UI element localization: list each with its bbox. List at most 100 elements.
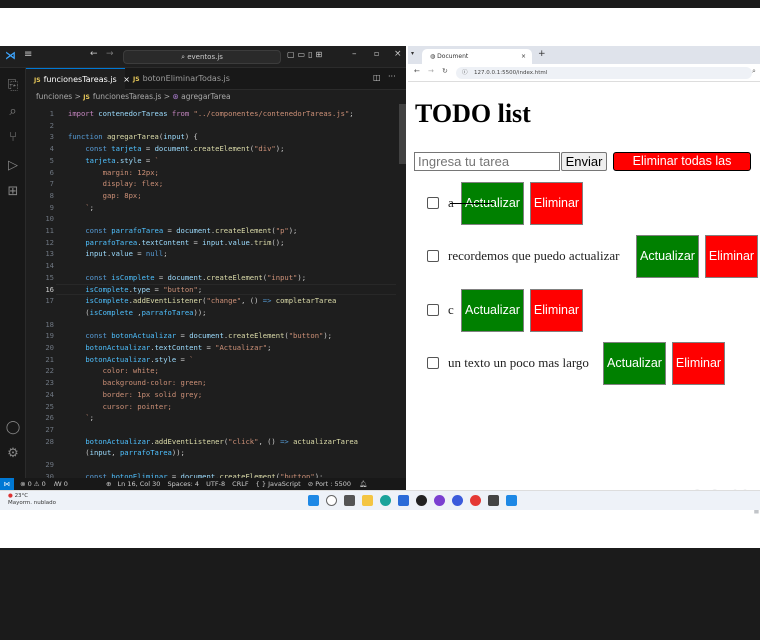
layout-icons[interactable]: ▢▭▯⊞: [287, 50, 325, 59]
reload-icon[interactable]: ↻: [442, 67, 448, 75]
cursor-position[interactable]: Ln 16, Col 30: [118, 480, 161, 488]
delete-button[interactable]: Eliminar: [705, 235, 758, 278]
tab-botonEliminarTodas[interactable]: JS botonEliminarTodas.js: [125, 68, 245, 90]
delete-button[interactable]: Eliminar: [672, 342, 725, 385]
new-tab-icon[interactable]: +: [538, 49, 546, 59]
task-checkbox[interactable]: [427, 304, 439, 316]
indent-status[interactable]: Spaces: 4: [167, 480, 199, 488]
account-icon[interactable]: ◯: [5, 420, 21, 436]
more-actions-icon[interactable]: ···: [388, 72, 396, 81]
code-editor[interactable]: 1 import contenedorTareas from "../compon…: [26, 104, 406, 481]
task-checkbox[interactable]: [427, 357, 439, 369]
source-control-icon[interactable]: ⑂: [5, 130, 21, 146]
code-line[interactable]: display: flex;: [68, 178, 164, 190]
close-tab-icon[interactable]: ×: [521, 49, 526, 64]
delete-button[interactable]: Eliminar: [530, 182, 583, 225]
code-line[interactable]: border: 1px solid grey;: [68, 389, 203, 401]
breadcrumb-file[interactable]: funcionesTareas.js: [93, 92, 162, 101]
encoding-status[interactable]: UTF-8: [206, 480, 225, 488]
task-view-icon[interactable]: [344, 495, 355, 506]
code-line[interactable]: parrafoTarea.textContent = input.value.t…: [68, 237, 284, 249]
app-icon[interactable]: [488, 495, 499, 506]
activity-bar: ⎘ ⌕ ⑂ ▷ ⊞ ◯ ⚙: [0, 68, 26, 478]
minimize-icon[interactable]: –: [352, 49, 357, 59]
code-line[interactable]: botonActualizar.addEventListener("click"…: [68, 436, 358, 448]
update-button[interactable]: Actualizar: [461, 289, 524, 332]
code-line[interactable]: color: white;: [68, 365, 159, 377]
code-line[interactable]: isComplete.addEventListener("change", ()…: [68, 295, 336, 307]
edge-icon[interactable]: [380, 495, 391, 506]
notifications-bell-icon[interactable]: 🔔︎: [359, 480, 367, 488]
code-line[interactable]: (isComplete ,parrafoTarea));: [68, 307, 206, 319]
code-line[interactable]: margin: 12px;: [68, 167, 159, 179]
delete-all-button[interactable]: Eliminar todas las tareas: [613, 152, 751, 185]
forward-icon[interactable]: →: [428, 67, 434, 75]
code-line[interactable]: `;: [68, 202, 94, 214]
code-line[interactable]: cursor: pointer;: [68, 401, 172, 413]
maximize-icon[interactable]: ▫: [374, 49, 379, 58]
problems-status[interactable]: ⊗ 0 ⚠ 0: [20, 480, 46, 488]
live-server-port[interactable]: ⊘ Port : 5500: [308, 480, 351, 488]
extensions-icon[interactable]: ⊞: [5, 184, 21, 200]
code-line[interactable]: const botonActualizar = document.createE…: [68, 330, 332, 342]
weather-widget[interactable]: ● 23°C Mayorm. nublado: [8, 493, 56, 507]
code-line[interactable]: const tarjeta = document.createElement("…: [68, 143, 284, 155]
command-search[interactable]: ⌕ eventos.js: [123, 50, 281, 64]
forward-arrow-icon[interactable]: →: [106, 49, 114, 59]
url-field[interactable]: ⓘ 127.0.0.1:5500/index.html: [456, 67, 752, 79]
app-icon[interactable]: [434, 495, 445, 506]
task-input[interactable]: Ingresa tu tarea: [414, 152, 560, 171]
code-line[interactable]: botonActualizar.textContent = "Actualiza…: [68, 342, 271, 354]
code-line[interactable]: `;: [68, 412, 94, 424]
app-icon[interactable]: [416, 495, 427, 506]
file-explorer-icon[interactable]: [362, 495, 373, 506]
language-status[interactable]: { } JavaScript: [256, 480, 301, 488]
app-icon[interactable]: [452, 495, 463, 506]
remote-indicator[interactable]: ⋈: [0, 478, 14, 490]
explorer-icon[interactable]: ⎘: [5, 78, 21, 94]
code-line[interactable]: isComplete.type = "button";: [68, 284, 202, 296]
store-icon[interactable]: [398, 495, 409, 506]
close-window-icon[interactable]: ×: [394, 49, 402, 59]
browser-tab-document[interactable]: ◍ Document ×: [422, 49, 532, 64]
code-line[interactable]: const parrafoTarea = document.createElem…: [68, 225, 297, 237]
scrollbar-thumb[interactable]: [399, 104, 406, 164]
line-number: 13: [45, 249, 54, 259]
search-panel-icon[interactable]: ⌕: [5, 104, 21, 120]
task-checkbox[interactable]: [427, 197, 439, 209]
line-number: 7: [49, 179, 54, 189]
windows-start-icon[interactable]: [308, 495, 319, 506]
back-arrow-icon[interactable]: ←: [90, 49, 98, 59]
update-button[interactable]: Actualizar: [603, 342, 666, 385]
tab-funcionesTareas[interactable]: JS funcionesTareas.js ×: [26, 68, 130, 90]
code-line[interactable]: input.value = null;: [68, 248, 167, 260]
code-line[interactable]: function agregarTarea(input) {: [68, 131, 198, 143]
tab-list-chevron-icon[interactable]: ▾: [411, 50, 414, 57]
eol-status[interactable]: CRLF: [232, 480, 248, 488]
back-icon[interactable]: ←: [414, 67, 420, 75]
breadcrumb-symbol[interactable]: agregarTarea: [181, 92, 230, 101]
code-line[interactable]: gap: 8px;: [68, 190, 142, 202]
breadcrumb-folder[interactable]: funciones: [36, 92, 72, 101]
delete-button[interactable]: Eliminar: [530, 289, 583, 332]
update-button[interactable]: Actualizar: [636, 235, 699, 278]
split-editor-icon[interactable]: ◫: [373, 73, 381, 82]
send-button[interactable]: Enviar: [561, 152, 607, 171]
editor-scrollbar[interactable]: [398, 104, 406, 478]
run-debug-icon[interactable]: ▷: [5, 158, 21, 174]
chrome-icon[interactable]: [470, 495, 481, 506]
search-icon[interactable]: [326, 495, 337, 506]
task-checkbox[interactable]: [427, 250, 439, 262]
zoom-icon[interactable]: ⊕: [106, 480, 111, 488]
settings-gear-icon[interactable]: ⚙: [5, 446, 21, 462]
zoom-search-icon[interactable]: ⌕: [752, 67, 756, 76]
code-line[interactable]: botonActualizar.style = `: [68, 354, 193, 366]
menu-icon[interactable]: ≡: [24, 49, 32, 60]
code-line[interactable]: tarjeta.style = `: [68, 155, 159, 167]
code-line[interactable]: const isComplete = document.createElemen…: [68, 272, 306, 284]
code-line[interactable]: (input, parrafoTarea));: [68, 447, 185, 459]
code-line[interactable]: background-color: green;: [68, 377, 207, 389]
vscode-taskbar-icon[interactable]: [506, 495, 517, 506]
ports-status[interactable]: ꟿ 0: [54, 480, 68, 488]
code-line[interactable]: import contenedorTareas from "../compone…: [68, 108, 354, 120]
